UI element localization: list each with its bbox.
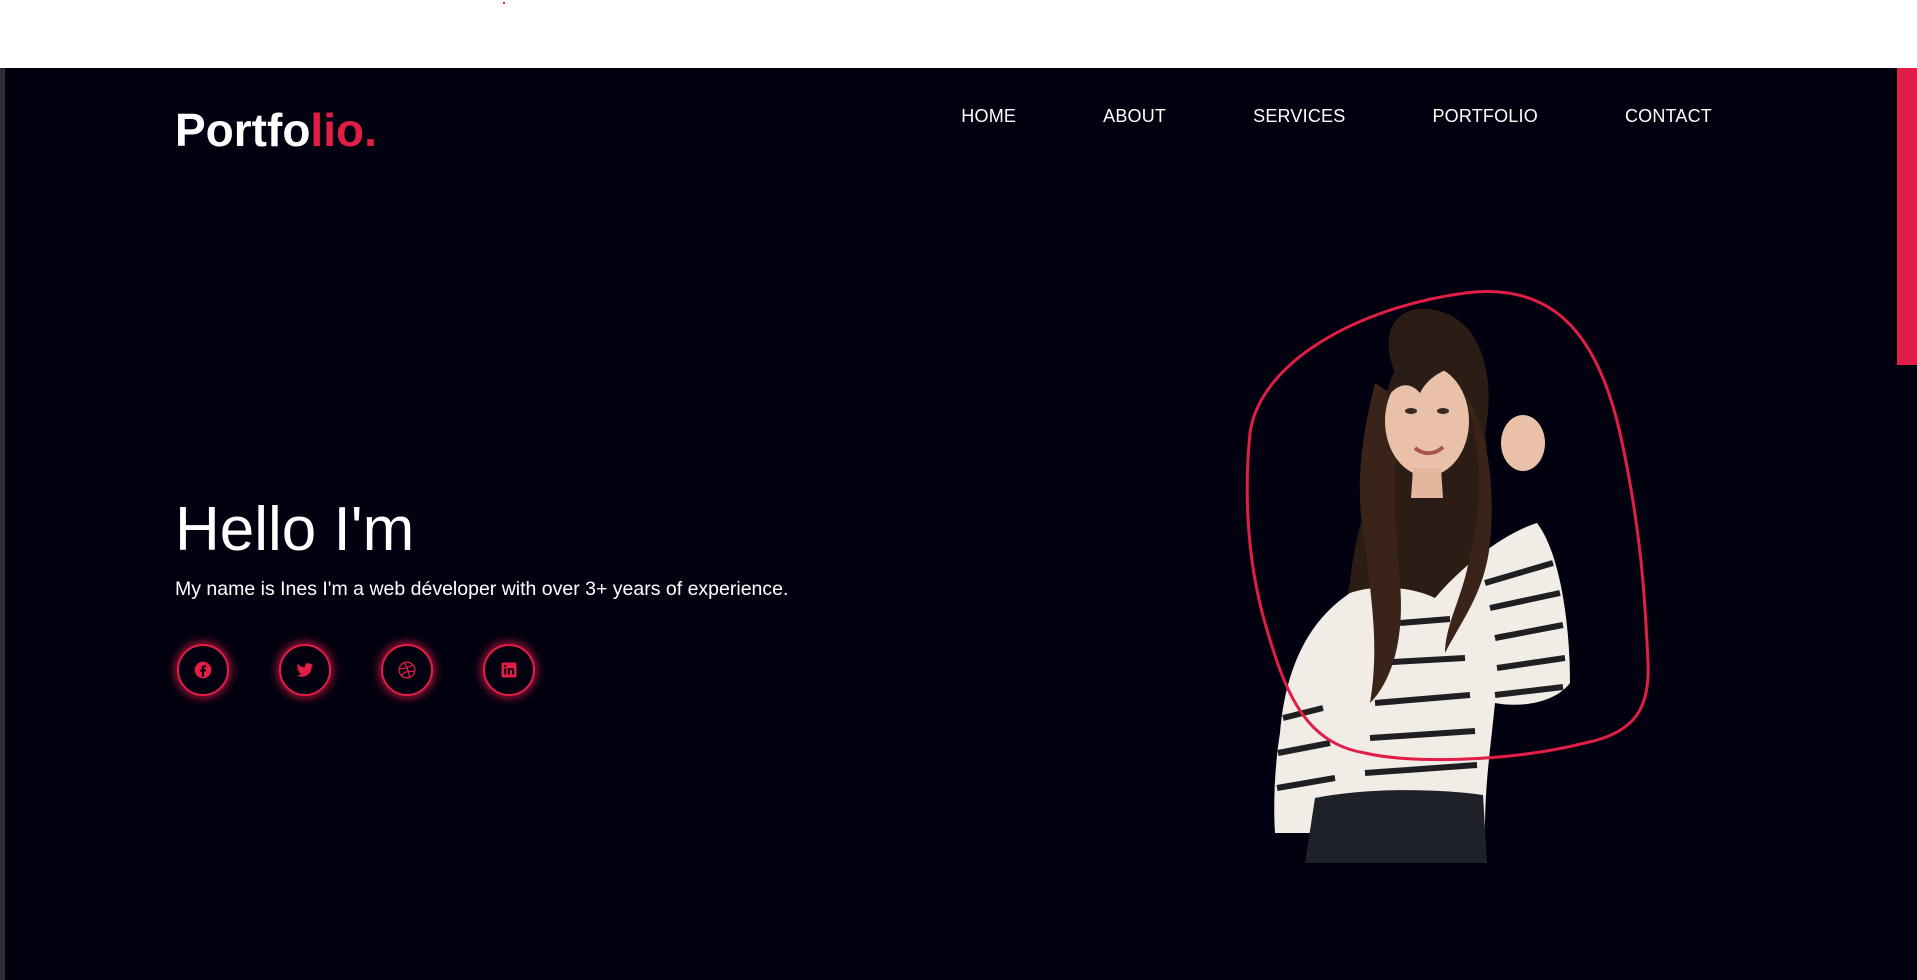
nav-services[interactable]: SERVICES	[1253, 106, 1345, 127]
top-dot	[503, 2, 505, 4]
nav-about[interactable]: ABOUT	[1103, 106, 1166, 127]
scrollbar-thumb[interactable]	[1897, 68, 1917, 365]
logo-main: Portfo	[175, 104, 311, 156]
logo[interactable]: Portfolio.	[175, 103, 377, 157]
social-links	[177, 644, 585, 696]
browser-top-area	[0, 0, 1917, 68]
linkedin-icon	[501, 662, 517, 678]
main-nav: HOME ABOUT SERVICES PORTFOLIO CONTACT	[961, 106, 1712, 127]
profile-illustration	[1245, 290, 1650, 863]
logo-accent: lio.	[310, 104, 377, 156]
nav-portfolio[interactable]: PORTFOLIO	[1432, 106, 1538, 127]
hero-intro: My name is Ines I'm a web déveloper with…	[175, 578, 789, 600]
dribbble-button[interactable]	[381, 644, 433, 696]
twitter-button[interactable]	[279, 644, 331, 696]
hero-title: Hello I'm	[175, 495, 415, 564]
facebook-button[interactable]	[177, 644, 229, 696]
hero-section: Portfolio. HOME ABOUT SERVICES PORTFOLIO…	[0, 68, 1917, 980]
profile-photo	[1165, 263, 1665, 863]
facebook-icon	[194, 661, 212, 679]
linkedin-button[interactable]	[483, 644, 535, 696]
scrollbar-track[interactable]	[1897, 68, 1917, 980]
nav-contact[interactable]: CONTACT	[1625, 106, 1712, 127]
dribbble-icon	[398, 661, 416, 679]
twitter-icon	[296, 663, 314, 677]
nav-home[interactable]: HOME	[961, 106, 1016, 127]
